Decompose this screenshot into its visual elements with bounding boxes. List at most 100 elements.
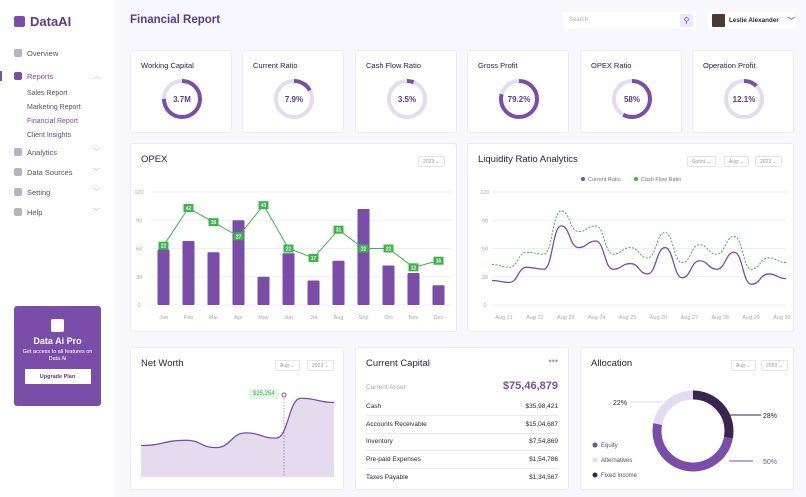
opex-bar	[307, 280, 320, 305]
logo-icon	[14, 16, 25, 27]
slice-label: 22%	[613, 400, 627, 407]
y-tick: 60	[482, 247, 488, 253]
kpi-value: 12.1%	[733, 95, 756, 104]
row-label: Cash	[366, 403, 382, 410]
row-value: $7,54,869	[529, 438, 558, 445]
slice-label: 50%	[763, 459, 777, 466]
kpi-label: Gross Profit	[478, 61, 518, 70]
kpi-ring: 79.2%	[499, 79, 539, 119]
y-tick: 0	[483, 303, 486, 309]
help-icon	[14, 208, 22, 216]
capital-row: Accounts Receivable $15,04,687	[366, 416, 558, 434]
line-data-label: 43	[261, 203, 267, 209]
row-label: Accounts Receivable	[366, 420, 427, 428]
pie-icon	[14, 148, 22, 156]
y-tick: 30	[482, 275, 488, 281]
upgrade-plan-button[interactable]: Upgrade Plan	[24, 369, 91, 384]
line-data-label: 17	[311, 256, 317, 262]
promo-title: Data Ai Pro	[33, 336, 82, 346]
cash-flow-ratio-line	[491, 210, 787, 270]
liquidity-card: Liquidity Ratio Analytics Sprint ⌄ Aug ⌄…	[467, 143, 794, 332]
chevron-down-icon: ﹀	[787, 17, 795, 25]
tooltip-marker	[281, 392, 287, 398]
x-tick: Sep	[359, 315, 369, 321]
line-data-label: 22	[361, 247, 367, 253]
line-data-label: 22	[161, 244, 167, 250]
kpi-card: Working Capital 3.7M	[130, 50, 232, 133]
net-worth-area	[141, 398, 334, 477]
x-tick: Oct	[384, 315, 393, 321]
logo[interactable]: DataAI	[14, 14, 71, 29]
opex-bar	[407, 272, 420, 305]
layers-icon	[14, 72, 22, 80]
net-worth-chart	[140, 392, 335, 477]
kpi-value: 3.7M	[173, 95, 191, 104]
capital-row: Cash $35,98,421	[366, 398, 558, 416]
sidebar-subitem-sales-report[interactable]: Sales Report	[0, 86, 115, 100]
search-icon[interactable]: ⚲	[680, 14, 693, 27]
x-tick: Mar	[209, 315, 219, 321]
kpi-label: Current Ratio	[253, 61, 298, 70]
nav-label: Help	[27, 207, 43, 217]
kpi-label: Working Capital	[141, 61, 194, 70]
x-tick: Jan	[159, 315, 168, 321]
net-worth-card: Net Worth Aug ⌄ 2023 ⌄ $25,254	[130, 347, 344, 490]
x-tick: Apr	[234, 315, 243, 321]
line-data-label: 31	[336, 228, 342, 234]
chevron-down-icon: ﹀	[93, 209, 100, 216]
line-data-label: 35	[211, 220, 217, 226]
x-tick: Aug 30	[773, 315, 790, 321]
sidebar-item-analytics[interactable]: Analytics ﹀	[0, 142, 115, 162]
sidebar-item-reports[interactable]: Reports ︿	[0, 66, 115, 86]
allocation-chart: 28% 50% 22% Equity Alternatives Fixed Income	[592, 390, 777, 479]
opex-bar	[207, 252, 220, 305]
kpi-label: OPEX Ratio	[591, 61, 632, 70]
current-asset-label: Current Asset	[366, 384, 406, 391]
kpi-value: 3.5%	[398, 95, 416, 104]
y-tick: 120	[480, 190, 489, 196]
x-tick: Aug	[334, 315, 344, 321]
promo-text: Get access to all features on Data Ai	[22, 349, 93, 362]
search-placeholder: Search	[569, 17, 589, 23]
sidebar-item-help[interactable]: Help ﹀	[0, 202, 115, 222]
chevron-down-icon: ﹀	[93, 149, 100, 156]
allocation-card: Allocation Aug ⌄ 2023 ⌄ 28% 50% 22% Equity A…	[580, 347, 794, 490]
chevron-down-icon: ﹀	[93, 169, 100, 176]
row-label: Taxes Payable	[366, 473, 409, 481]
sidebar-subitem-marketing-report[interactable]: Marketing Report	[0, 100, 115, 114]
sidebar-nav: Overview Reports ︿ Sales Report Marketing…	[0, 46, 115, 222]
user-name: Leslie Alexander	[729, 17, 779, 24]
y-tick: 0	[137, 303, 140, 309]
user-menu[interactable]: Leslie Alexander ﹀	[708, 12, 795, 29]
sidebar-subitem-financial-report[interactable]: Financial Report	[0, 114, 115, 128]
legend-marker	[592, 457, 598, 463]
capital-row: Inventory $7,54,869	[366, 433, 558, 451]
sidebar-subitem-client-insights[interactable]: Client Insights	[0, 128, 115, 142]
x-tick: Nov	[409, 315, 419, 321]
sidebar-item-overview[interactable]: Overview	[0, 43, 115, 63]
net-worth-tooltip: $25,254	[249, 389, 279, 399]
opex-line	[163, 204, 439, 268]
opex-bar	[357, 208, 370, 305]
chevron-down-icon: ﹀	[93, 189, 100, 196]
legend-marker	[581, 177, 585, 181]
line-data-label: 22	[386, 247, 392, 253]
opex-chart: 0 30 60 90 120 Jan Feb Mar Apr May Jun Jul Aug Sep Oct…	[134, 190, 451, 321]
kpi-ring: 12.1%	[724, 79, 764, 119]
x-tick: Aug 21	[495, 315, 512, 321]
x-tick: Aug 27	[681, 315, 698, 321]
row-label: Pre-paid Expenses	[366, 455, 421, 463]
sidebar: DataAI Overview Reports ︿ Sales Report Ma…	[0, 0, 115, 497]
x-tick: Aug 28	[712, 315, 729, 321]
sidebar-item-setting[interactable]: Setting ﹀	[0, 182, 115, 202]
line-data-label: 42	[186, 206, 192, 212]
current-capital-card: Current Capital ••• Current Asset $75,46…	[355, 347, 569, 490]
search-input[interactable]: Search ⚲	[563, 12, 696, 29]
opex-bar	[432, 285, 445, 305]
liquidity-chart: 0 30 60 90 120 Aug 21 Aug 22 Aug 23 Aug 24 Aug 25…	[480, 177, 791, 321]
kpi-label: Operation Profit	[703, 61, 756, 70]
more-icon[interactable]: •••	[549, 356, 558, 366]
sidebar-item-data-sources[interactable]: Data Sources ﹀	[0, 162, 115, 182]
legend-label: Equity	[601, 443, 618, 449]
x-tick: Jun	[284, 315, 293, 321]
